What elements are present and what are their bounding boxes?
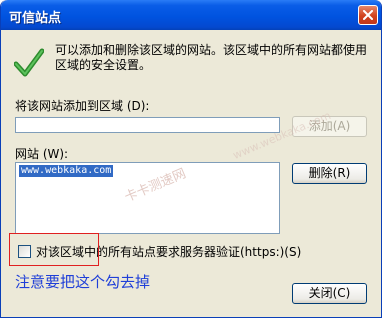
sites-list[interactable]: www.webkaka.com: [15, 162, 280, 234]
trusted-sites-dialog: 可信站点 可以添加和删除该区域的网站。该区域中的所有网站都使用区域的安全设置。 …: [0, 0, 382, 318]
title-bar[interactable]: 可信站点: [1, 0, 381, 30]
window-title: 可信站点: [9, 11, 62, 26]
close-window-button[interactable]: [358, 5, 378, 25]
add-site-label: 将该网站添加到区域 (D):: [15, 99, 150, 113]
sites-label: 网站 (W):: [15, 147, 69, 161]
list-item[interactable]: www.webkaka.com: [19, 165, 114, 177]
highlight-box: [9, 233, 99, 266]
site-url-input[interactable]: [15, 117, 280, 133]
annotation-note: 注意要把这个勾去掉: [15, 273, 151, 291]
check-icon: [13, 48, 45, 81]
info-description: 可以添加和删除该区域的网站。该区域中的所有网站都使用区域的安全设置。: [55, 43, 368, 72]
close-button[interactable]: 关闭(C): [292, 283, 367, 304]
remove-button[interactable]: 删除(R): [292, 163, 367, 184]
